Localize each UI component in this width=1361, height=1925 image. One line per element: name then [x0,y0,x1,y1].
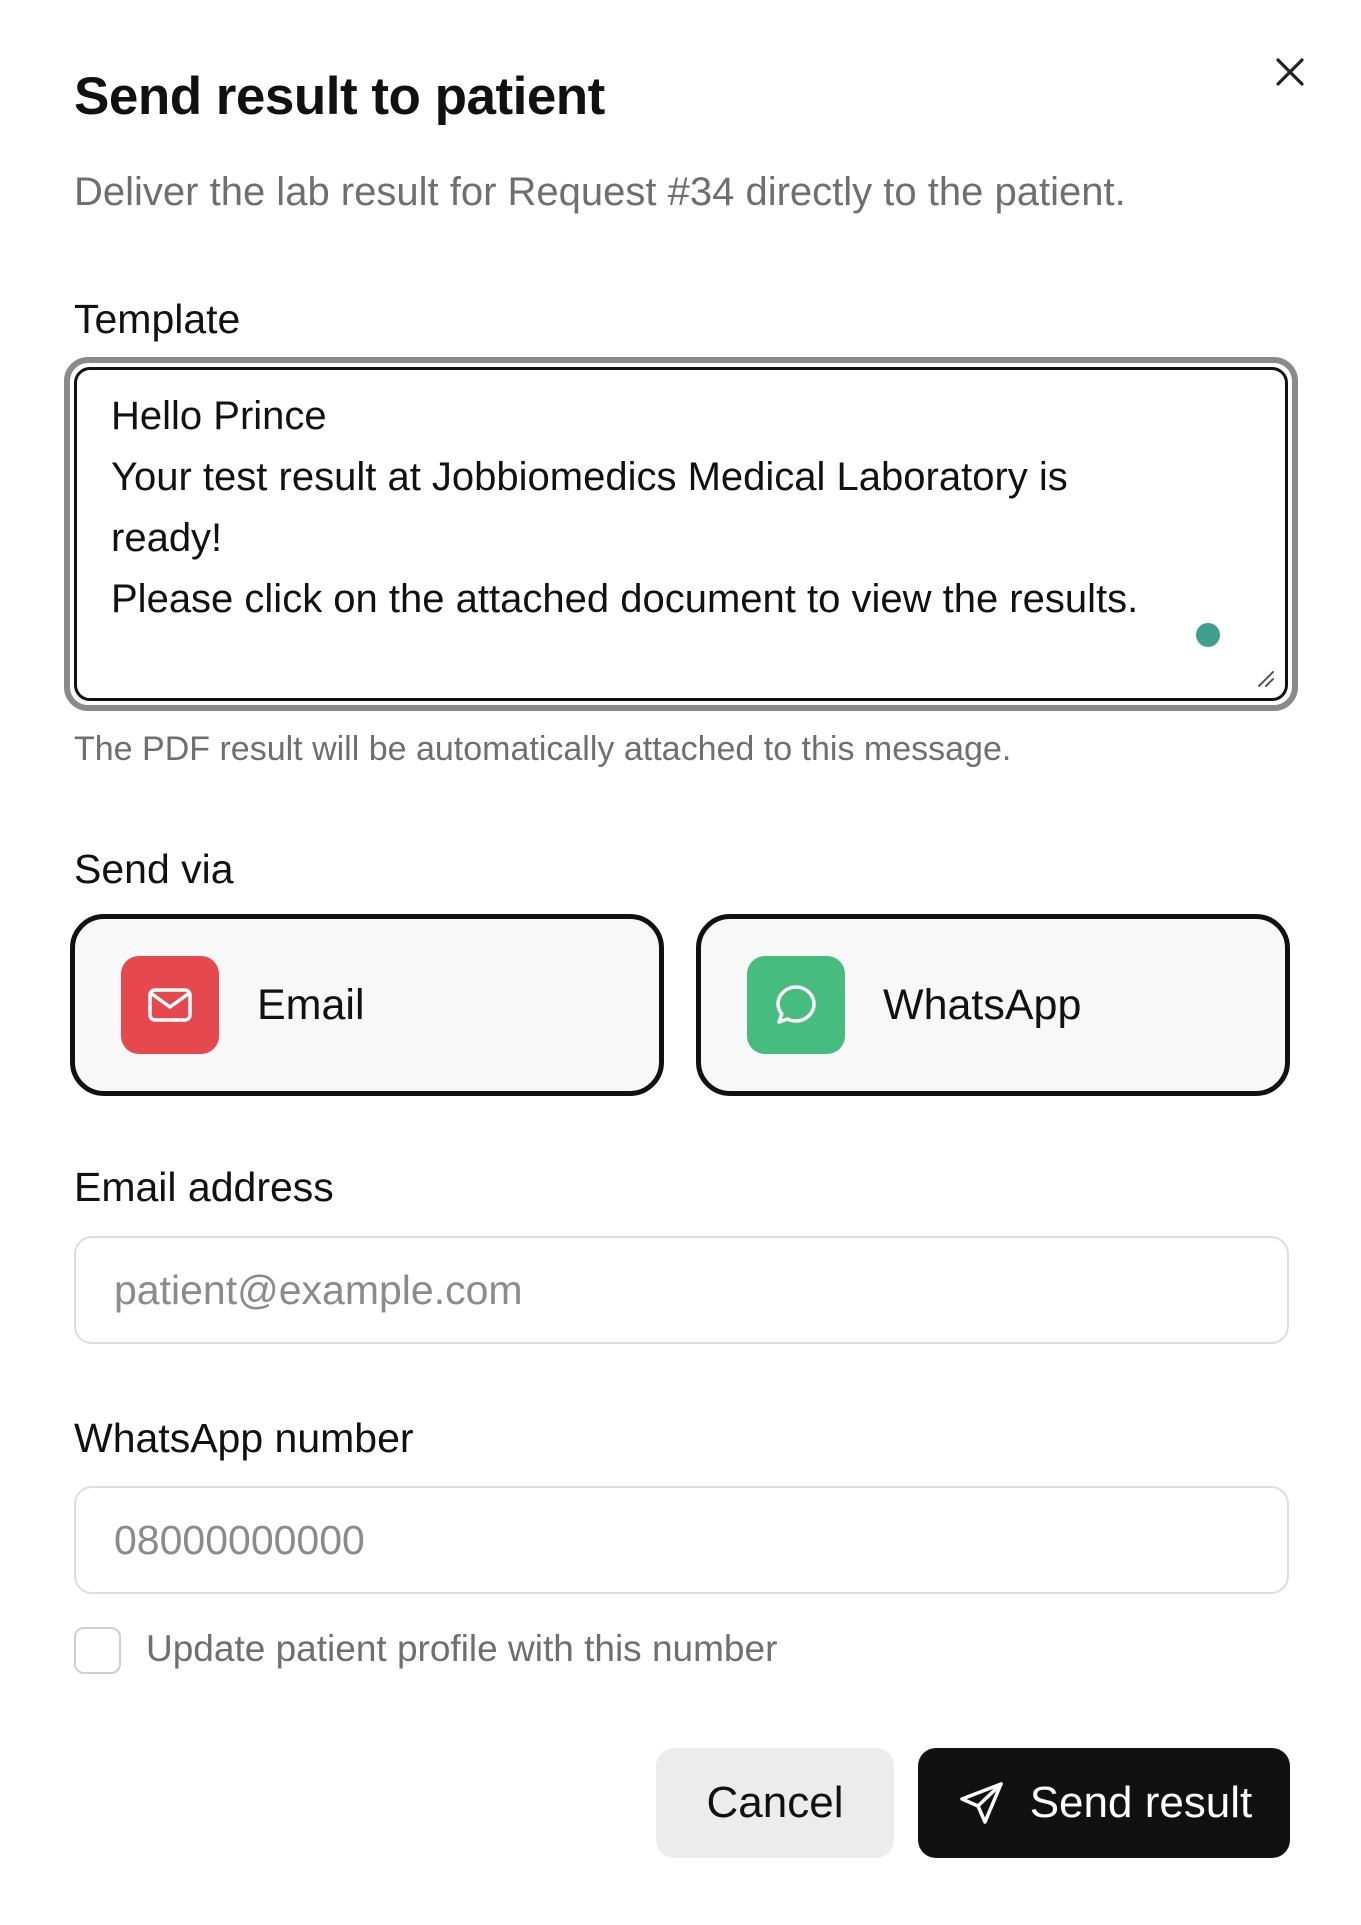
cancel-button[interactable]: Cancel [656,1748,894,1858]
dialog-subtitle: Deliver the lab result for Request #34 d… [74,170,1126,214]
email-address-label: Email address [74,1164,334,1210]
send-via-label: Send via [74,846,234,892]
chat-bubble-icon [747,956,845,1054]
template-textarea-focus-ring: Hello Prince Your test result at Jobbiom… [64,357,1298,711]
close-button[interactable] [1272,52,1308,92]
template-helper-text: The PDF result will be automatically att… [74,730,1012,768]
close-icon [1276,58,1304,86]
send-icon [956,1777,1008,1829]
template-label: Template [74,296,241,342]
email-address-input[interactable] [74,1236,1289,1344]
update-profile-checkbox[interactable] [74,1627,121,1674]
template-line: Your test result at Jobbiomedics Medical… [111,455,1068,499]
template-line: Hello Prince [111,394,327,438]
channel-option-label: Email [257,980,365,1029]
update-profile-label: Update patient profile with this number [146,1628,778,1669]
whatsapp-number-input[interactable] [74,1486,1289,1594]
send-result-dialog: Send result to patient Deliver the lab r… [0,0,1361,1925]
mail-icon [121,956,219,1054]
template-textarea[interactable]: Hello Prince Your test result at Jobbiom… [74,367,1288,701]
template-line: Please click on the attached document to… [111,577,1139,621]
whatsapp-number-label: WhatsApp number [74,1415,414,1461]
resize-handle-icon[interactable] [1253,666,1275,688]
dialog-title: Send result to patient [74,67,605,126]
channel-option-whatsapp[interactable]: WhatsApp [696,914,1290,1096]
channel-option-email[interactable]: Email [70,914,664,1096]
send-result-label: Send result [1029,1778,1253,1827]
template-line: ready! [111,516,223,560]
channel-option-label: WhatsApp [883,980,1082,1029]
send-result-button[interactable]: Send result [918,1748,1290,1858]
cursor-indicator [1196,623,1220,647]
